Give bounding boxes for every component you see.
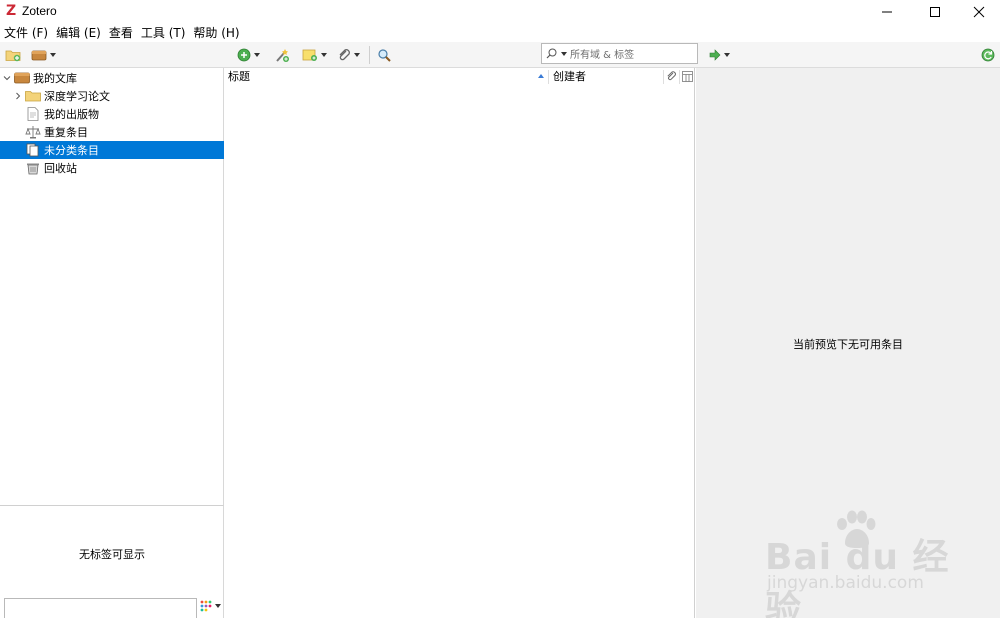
collection-duplicates[interactable]: 重复条目 [0,123,224,141]
folder-icon [25,89,41,103]
column-picker-button[interactable] [682,71,693,85]
minimize-button[interactable] [864,0,910,24]
chevron-down-icon [50,53,56,57]
magic-wand-icon [276,49,289,62]
tag-colors-icon [200,600,212,612]
column-divider[interactable] [679,70,680,84]
menu-view[interactable]: 查看 [105,24,137,42]
new-collection-button[interactable] [5,46,21,64]
column-header-attachments[interactable] [666,71,677,85]
chevron-down-icon [321,53,327,57]
search-mode-dropdown-icon[interactable] [561,51,567,56]
new-library-button[interactable] [31,46,56,64]
chevron-down-icon [724,53,730,57]
menu-tools[interactable]: 工具 (T) [137,24,190,42]
column-divider[interactable] [548,70,549,84]
advanced-search-button[interactable] [377,46,391,64]
toolbar [0,42,1000,68]
collection-deep-learning-papers[interactable]: 深度学习论文 [0,87,224,105]
note-icon [302,49,317,61]
column-picker-icon [682,71,693,82]
column-header-creator[interactable]: 创建者 [553,68,663,86]
arrow-right-icon [709,49,721,61]
baidu-watermark: Bai du 经验 jingyan.baidu.com [765,510,975,618]
chevron-down-icon [254,53,260,57]
collection-unfiled-items[interactable]: 未分类条目 [0,141,224,159]
menu-edit[interactable]: 编辑 (E) [52,24,105,42]
menu-bar: 文件 (F) 编辑 (E) 查看 工具 (T) 帮助 (H) [0,24,1000,42]
tag-selector-pane: 无标签可显示 [0,505,224,618]
watermark-url: jingyan.baidu.com [767,573,924,593]
search-placeholder: 所有域 & 标签 [570,50,635,61]
unfiled-icon [25,143,41,157]
close-icon [973,6,985,18]
collection-trash[interactable]: 回收站 [0,159,224,177]
menu-help[interactable]: 帮助 (H) [189,24,243,42]
chevron-down-icon [354,53,360,57]
toolbar-separator [369,46,370,64]
expand-chevron-icon[interactable] [2,74,12,82]
library-icon [14,71,30,85]
trash-icon [25,161,41,175]
item-pane-message: 当前预览下无可用条目 [793,338,903,351]
paperclip-icon [339,49,350,61]
collection-my-library[interactable]: 我的文库 [0,69,224,87]
search-icon [546,48,557,59]
column-divider[interactable] [663,70,664,84]
new-collection-icon [5,50,21,62]
window-title: Zotero [22,4,57,18]
locate-button[interactable] [709,46,730,64]
sort-ascending-icon [538,74,544,78]
close-button[interactable] [956,0,1000,24]
chevron-down-icon [215,604,221,608]
collection-label: 回收站 [44,162,77,175]
items-tree: 标题 创建者 [225,68,695,618]
expand-chevron-icon[interactable] [13,92,23,100]
duplicates-icon [25,125,41,139]
add-by-identifier-button[interactable] [274,46,290,64]
collection-label: 我的出版物 [44,108,99,121]
new-item-button[interactable] [237,46,260,64]
paperclip-icon [667,71,676,81]
search-input[interactable]: 所有域 & 标签 [541,43,698,64]
sync-icon [981,48,995,62]
collection-label: 重复条目 [44,126,88,139]
menu-file[interactable]: 文件 (F) [0,24,52,42]
maximize-button[interactable] [912,0,958,24]
zotero-logo-icon: Z [6,3,17,19]
add-icon [237,48,251,62]
tag-selector-menu-button[interactable] [200,600,221,612]
column-header-title[interactable]: 标题 [228,68,548,86]
tag-filter-input[interactable] [4,598,197,618]
maximize-icon [930,7,940,17]
title-bar: Z Zotero [0,0,1000,24]
sync-button[interactable] [981,46,995,64]
collection-my-publications[interactable]: 我的出版物 [0,105,224,123]
tags-empty-message: 无标签可显示 [79,548,145,561]
collection-label: 未分类条目 [44,144,99,157]
magnifier-icon [378,49,391,62]
collections-pane: 我的文库 深度学习论文 我的出版物 重复条目 未分类条目 回收站 [0,68,224,505]
collection-label: 深度学习论文 [44,90,110,103]
new-note-button[interactable] [302,46,327,64]
collection-label: 我的文库 [33,72,77,85]
library-icon [31,50,47,61]
minimize-icon [882,11,892,13]
publications-icon [25,107,41,121]
add-attachment-button[interactable] [337,46,360,64]
